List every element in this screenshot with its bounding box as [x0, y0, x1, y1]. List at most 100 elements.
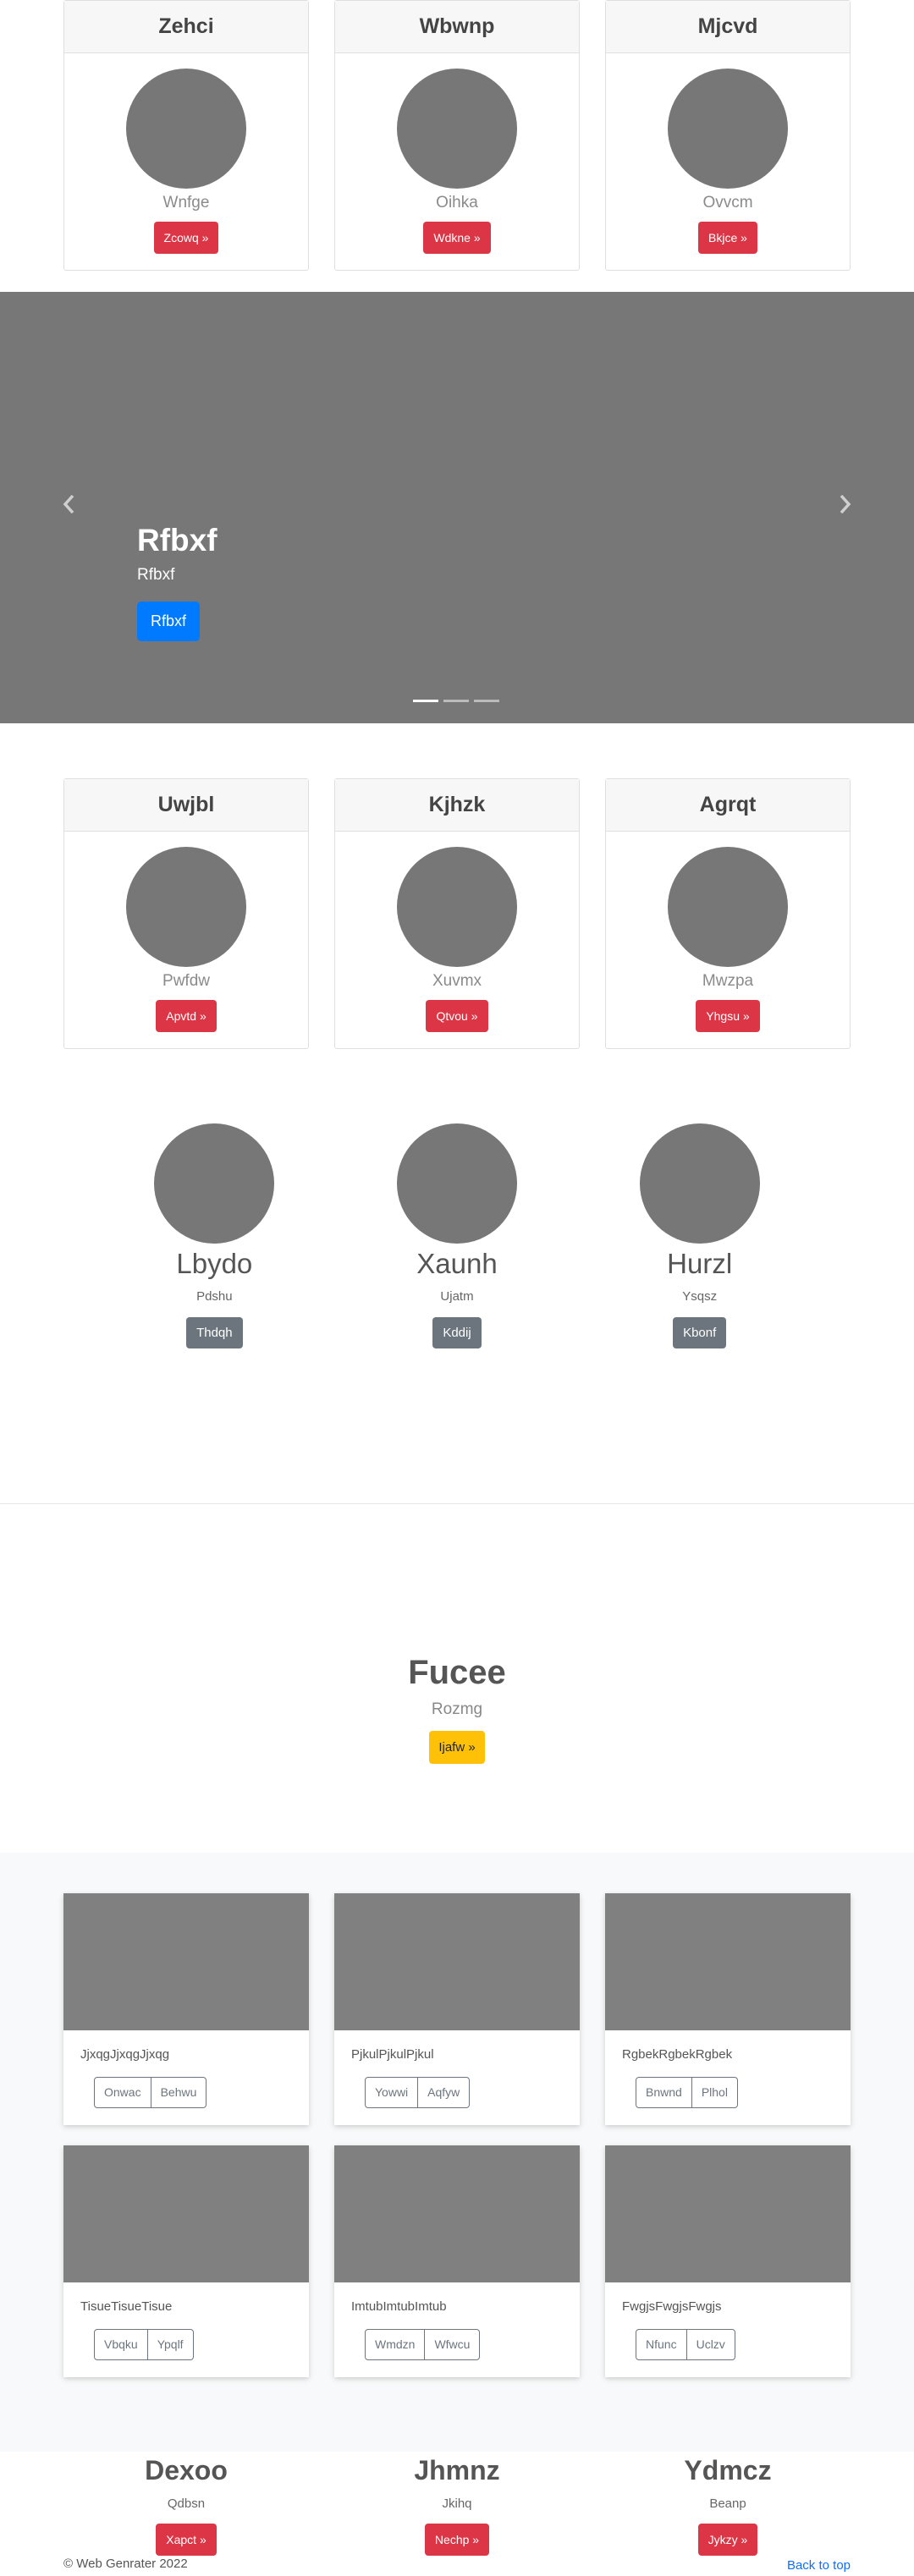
- feature-title: Dexoo: [145, 2455, 228, 2485]
- card-subtitle: Ovvcm: [702, 194, 753, 211]
- marketing-title: Hurzl: [667, 1248, 733, 1279]
- album-button-group: Bnwnd Plhol: [636, 2077, 738, 2108]
- album-button-group: Vbqku Ypqlf: [94, 2329, 194, 2360]
- album-card: ImtubImtubImtub Wmdzn Wfwcu: [334, 2145, 580, 2377]
- card-button[interactable]: Zcowq »: [153, 222, 219, 254]
- album-card: PjkulPjkulPjkul Yowwi Aqfyw: [334, 1893, 580, 2125]
- album-card-text: FwgjsFwgjsFwgjs: [622, 2299, 722, 2314]
- section-divider: [0, 1503, 914, 1504]
- pricing-card: Mjcvd Ovvcm Bkjce »: [605, 0, 851, 271]
- card-button[interactable]: Apvtd »: [156, 1000, 217, 1032]
- album-card: RgbekRgbekRgbek Bnwnd Plhol: [605, 1893, 851, 2125]
- album-thumbnail: [334, 2145, 580, 2282]
- hero-carousel: Rfbxf Rfbxf Rfbxf: [0, 292, 914, 723]
- carousel-indicator[interactable]: [443, 700, 469, 702]
- marketing-button[interactable]: Kbonf: [673, 1317, 727, 1348]
- card-subtitle: Xuvmx: [432, 972, 482, 990]
- placeholder-image: [126, 847, 246, 967]
- placeholder-image: [126, 69, 246, 189]
- album-card-text: ImtubImtubImtub: [351, 2299, 447, 2314]
- placeholder-image: [154, 1123, 275, 1244]
- album-button-edit[interactable]: Behwu: [151, 2077, 207, 2108]
- placeholder-image: [397, 69, 517, 189]
- card-subtitle: Wnfge: [162, 194, 210, 211]
- jumbotron: Fucee Rozmg Ijafw »: [0, 1652, 914, 1764]
- album-button-group: Onwac Behwu: [94, 2077, 207, 2108]
- album-button-group: Wmdzn Wfwcu: [365, 2329, 481, 2360]
- feature-button[interactable]: Jykzy »: [697, 2524, 758, 2556]
- feature-title: Jhmnz: [414, 2455, 500, 2485]
- back-to-top-link[interactable]: Back to top: [787, 2558, 851, 2573]
- marketing-button[interactable]: Thdqh: [186, 1317, 243, 1348]
- feature-button[interactable]: Nechp »: [424, 2524, 490, 2556]
- card-header: Kjhzk: [335, 779, 579, 832]
- card-button[interactable]: Wdkne »: [423, 222, 491, 254]
- pricing-card: Agrqt Mwzpa Yhgsu »: [605, 778, 851, 1049]
- album-card-text: JjxqgJjxqgJjxqg: [80, 2047, 170, 2062]
- album-thumbnail: [63, 2145, 309, 2282]
- album-button-view[interactable]: Nfunc: [636, 2329, 687, 2360]
- card-subtitle: Oihka: [436, 194, 478, 211]
- marketing-text: Ujatm: [440, 1289, 474, 1304]
- album-button-group: Nfunc Uclzv: [636, 2329, 735, 2360]
- carousel-indicator[interactable]: [413, 700, 438, 702]
- album-button-edit[interactable]: Wfwcu: [425, 2329, 481, 2360]
- album-card: FwgjsFwgjsFwgjs Nfunc Uclzv: [605, 2145, 851, 2377]
- album-card-text: PjkulPjkulPjkul: [351, 2047, 434, 2062]
- album-button-edit[interactable]: Ypqlf: [147, 2329, 194, 2360]
- carousel-title: Rfbxf: [137, 523, 217, 557]
- album-section: JjxqgJjxqgJjxqg Onwac Behwu PjkulPjkulPj…: [0, 1853, 914, 2452]
- jumbotron-subtitle: Rozmg: [431, 1700, 483, 1718]
- card-button[interactable]: Qtvou »: [426, 1000, 488, 1032]
- album-button-edit[interactable]: Uclzv: [686, 2329, 735, 2360]
- album-button-edit[interactable]: Aqfyw: [418, 2077, 471, 2108]
- carousel-indicator[interactable]: [474, 700, 499, 702]
- feature-item: Dexoo Qdbsn Xapct »: [63, 2455, 309, 2556]
- card-header: Uwjbl: [64, 779, 308, 832]
- album-button-view[interactable]: Wmdzn: [365, 2329, 426, 2360]
- album-thumbnail: [334, 1893, 580, 2030]
- feature-button[interactable]: Xapct »: [156, 2524, 217, 2556]
- chevron-right-icon[interactable]: [836, 492, 853, 524]
- album-card: JjxqgJjxqgJjxqg Onwac Behwu: [63, 1893, 309, 2125]
- album-thumbnail: [605, 2145, 851, 2282]
- marketing-text: Ysqsz: [682, 1289, 718, 1304]
- feature-item: Ydmcz Beanp Jykzy »: [605, 2455, 851, 2556]
- album-card-text: TisueTisueTisue: [80, 2299, 173, 2314]
- pricing-card: Uwjbl Pwfdw Apvtd »: [63, 778, 309, 1049]
- marketing-item: Lbydo Pdshu Thdqh: [93, 1123, 336, 1348]
- album-card: TisueTisueTisue Vbqku Ypqlf: [63, 2145, 309, 2377]
- jumbotron-button[interactable]: Ijafw »: [429, 1731, 485, 1764]
- album-button-view[interactable]: Vbqku: [94, 2329, 148, 2360]
- carousel-text: Rfbxf: [137, 566, 175, 584]
- marketing-title: Lbydo: [176, 1248, 253, 1279]
- placeholder-image: [668, 847, 788, 967]
- card-subtitle: Pwfdw: [162, 972, 210, 990]
- jumbotron-title: Fucee: [408, 1654, 506, 1691]
- card-button[interactable]: Yhgsu »: [696, 1000, 760, 1032]
- pricing-mid-row: Uwjbl Pwfdw Apvtd » Kjhzk Xuvmx Qtvou » …: [63, 778, 851, 1049]
- placeholder-image: [397, 847, 517, 967]
- pricing-card: Zehci Wnfge Zcowq »: [63, 0, 309, 271]
- album-button-view[interactable]: Bnwnd: [636, 2077, 692, 2108]
- placeholder-image: [668, 69, 788, 189]
- album-card-text: RgbekRgbekRgbek: [622, 2047, 733, 2062]
- album-button-edit[interactable]: Plhol: [691, 2077, 738, 2108]
- card-header: Agrqt: [606, 779, 850, 832]
- chevron-left-icon[interactable]: [61, 492, 78, 524]
- album-thumbnail: [63, 1893, 309, 2030]
- marketing-button[interactable]: Kddij: [432, 1317, 482, 1348]
- card-subtitle: Mwzpa: [702, 972, 754, 990]
- marketing-item: Hurzl Ysqsz Kbonf: [578, 1123, 821, 1348]
- carousel-button[interactable]: Rfbxf: [137, 601, 201, 641]
- marketing-item: Xaunh Ujatm Kddij: [336, 1123, 579, 1348]
- carousel-caption: Rfbxf Rfbxf Rfbxf: [137, 522, 217, 641]
- marketing-text: Pdshu: [196, 1289, 233, 1304]
- album-button-view[interactable]: Onwac: [94, 2077, 151, 2108]
- feature-item: Jhmnz Jkihq Nechp »: [334, 2455, 580, 2556]
- card-header: Zehci: [64, 1, 308, 53]
- card-button[interactable]: Bkjce »: [698, 222, 757, 254]
- pricing-card: Wbwnp Oihka Wdkne »: [334, 0, 580, 271]
- album-button-view[interactable]: Yowwi: [365, 2077, 419, 2108]
- feature-text: Jkihq: [442, 2496, 472, 2511]
